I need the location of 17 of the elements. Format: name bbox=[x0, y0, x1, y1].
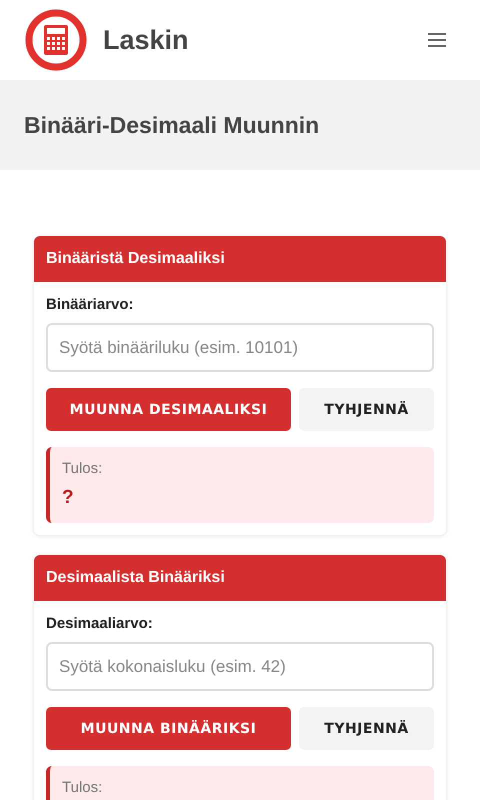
input-field[interactable]: Syötä binääriluku (esim. 10101) bbox=[46, 323, 434, 372]
page-title: Binääri-Desimaali Muunnin bbox=[24, 112, 320, 138]
convert-button[interactable]: MUUNNA DESIMAALIKSI bbox=[46, 388, 291, 431]
menu-icon[interactable] bbox=[428, 33, 446, 47]
result-value: ? bbox=[62, 487, 75, 509]
field-label: Desimaaliarvo: bbox=[46, 615, 154, 632]
site-title[interactable]: Laskin bbox=[103, 24, 428, 56]
calculator-logo-icon[interactable] bbox=[24, 8, 88, 72]
result-label: Tulos: bbox=[62, 460, 104, 477]
card-header: Binääristä Desimaaliksi bbox=[34, 236, 446, 282]
result-label: Tulos: bbox=[62, 779, 104, 796]
card-header: Desimaalista Binääriksi bbox=[34, 555, 446, 601]
convert-button[interactable]: MUUNNA BINÄÄRIKSI bbox=[46, 707, 291, 750]
input-field[interactable]: Syötä kokonaisluku (esim. 42) bbox=[46, 642, 434, 691]
clear-button[interactable]: TYHJENNÄ bbox=[299, 388, 434, 431]
clear-button[interactable]: TYHJENNÄ bbox=[299, 707, 434, 750]
field-label: Binääriarvo: bbox=[46, 296, 135, 313]
